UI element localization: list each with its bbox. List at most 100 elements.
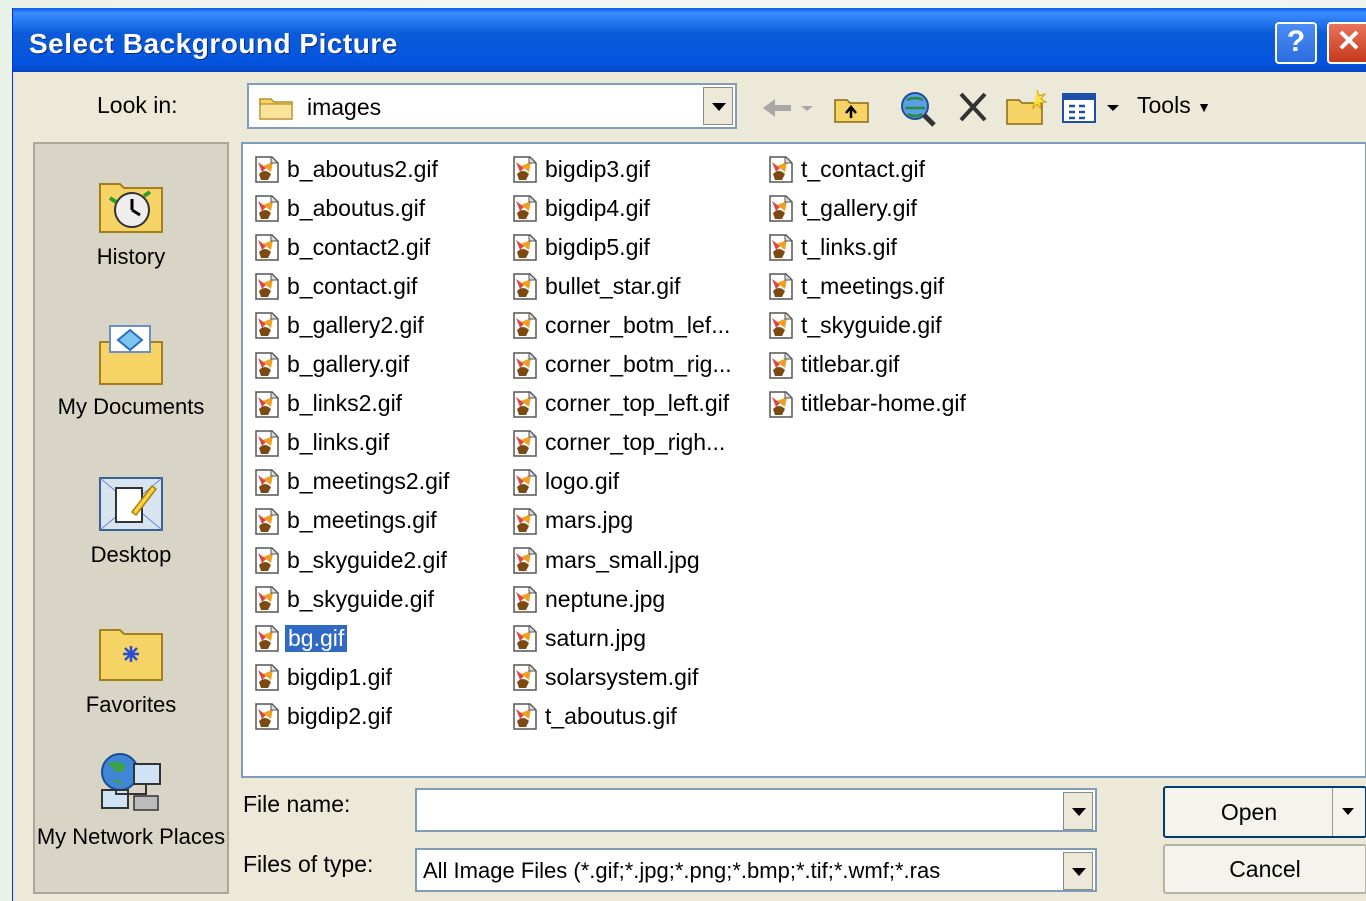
file-name: corner_top_righ... bbox=[545, 429, 726, 456]
file-item[interactable]: t_gallery.gif bbox=[767, 191, 919, 225]
file-name: b_skyguide2.gif bbox=[287, 546, 447, 573]
file-item[interactable]: titlebar-home.gif bbox=[767, 387, 968, 421]
image-file-icon bbox=[513, 195, 537, 222]
file-item[interactable]: corner_botm_rig... bbox=[511, 348, 734, 382]
look-in-value: images bbox=[307, 94, 382, 120]
place-desktop[interactable]: Desktop bbox=[35, 470, 227, 568]
file-name-field[interactable] bbox=[415, 788, 1097, 832]
file-item[interactable]: b_gallery.gif bbox=[253, 348, 411, 382]
file-item[interactable]: b_gallery2.gif bbox=[253, 308, 426, 342]
place-my-network-places[interactable]: My Network Places bbox=[35, 750, 227, 852]
file-name: corner_top_left.gif bbox=[545, 390, 730, 417]
file-name: bg.gif bbox=[285, 624, 348, 652]
file-name: corner_botm_rig... bbox=[545, 351, 732, 377]
file-item[interactable]: mars_small.jpg bbox=[511, 543, 702, 577]
place-favorites[interactable]: Favorites bbox=[35, 620, 227, 718]
file-name: t_meetings.gif bbox=[801, 272, 945, 299]
favorites-icon bbox=[99, 629, 163, 681]
file-item[interactable]: titlebar.gif bbox=[767, 348, 901, 382]
files-of-type-select[interactable]: All Image Files (*.gif;*.jpg;*.png;*.bmp… bbox=[415, 848, 1097, 892]
file-name: bigdip4.gif bbox=[545, 194, 650, 221]
file-item[interactable]: solarsystem.gif bbox=[511, 660, 700, 694]
look-in-dropdown-button[interactable] bbox=[703, 87, 733, 125]
image-file-icon bbox=[769, 156, 793, 183]
chevron-down-icon: ▼ bbox=[1197, 98, 1211, 115]
file-name-dropdown-button[interactable] bbox=[1063, 792, 1093, 830]
file-item[interactable]: b_contact.gif bbox=[253, 269, 419, 303]
file-item[interactable]: bigdip3.gif bbox=[511, 152, 652, 186]
delete-icon[interactable] bbox=[953, 88, 993, 128]
open-button[interactable]: Open bbox=[1163, 786, 1366, 838]
files-of-type-label: Files of type: bbox=[243, 851, 374, 877]
file-item[interactable]: corner_top_left.gif bbox=[511, 387, 731, 421]
file-item[interactable]: t_aboutus.gif bbox=[511, 699, 679, 733]
file-name: t_gallery.gif bbox=[801, 194, 917, 221]
file-item[interactable]: b_aboutus.gif bbox=[253, 191, 427, 225]
look-in-label: Look in: bbox=[97, 92, 178, 118]
image-file-icon bbox=[769, 234, 793, 261]
history-icon bbox=[99, 183, 163, 233]
file-name: bigdip1.gif bbox=[287, 663, 392, 690]
places-bar: History My Documents Desktop Favorites M… bbox=[33, 142, 229, 894]
place-my-documents[interactable]: My Documents bbox=[35, 322, 227, 420]
file-item[interactable]: neptune.jpg bbox=[511, 582, 667, 616]
file-item[interactable]: bigdip5.gif bbox=[511, 230, 652, 264]
select-background-picture-dialog: Select Background Picture ? ✕ Look in: i… bbox=[12, 8, 1366, 901]
up-folder-icon[interactable] bbox=[829, 88, 873, 128]
file-item[interactable]: corner_top_righ... bbox=[511, 426, 727, 460]
image-file-icon bbox=[255, 234, 279, 261]
file-item[interactable]: b_links2.gif bbox=[253, 387, 404, 421]
file-list[interactable]: b_aboutus2.gif b_aboutus.gif b_contact2.gi… bbox=[241, 142, 1366, 778]
file-item[interactable]: corner_botm_lef... bbox=[511, 308, 732, 342]
file-item[interactable]: logo.gif bbox=[511, 465, 621, 499]
title-bar[interactable]: Select Background Picture ? ✕ bbox=[13, 8, 1366, 72]
file-name: mars.jpg bbox=[545, 507, 634, 534]
image-file-icon bbox=[513, 703, 537, 731]
file-name: b_aboutus2.gif bbox=[287, 155, 438, 182]
file-item[interactable]: t_skyguide.gif bbox=[767, 308, 944, 342]
image-file-icon bbox=[513, 234, 537, 261]
file-item[interactable]: b_aboutus2.gif bbox=[253, 152, 440, 186]
file-item[interactable]: bigdip1.gif bbox=[253, 660, 394, 694]
file-name: b_links.gif bbox=[287, 429, 390, 456]
file-item[interactable]: saturn.jpg bbox=[511, 621, 648, 655]
cancel-button[interactable]: Cancel bbox=[1163, 844, 1366, 894]
file-item[interactable]: t_links.gif bbox=[767, 230, 899, 264]
place-history[interactable]: History bbox=[35, 172, 227, 270]
new-folder-icon[interactable] bbox=[1003, 88, 1049, 128]
file-name-label: File name: bbox=[243, 791, 351, 817]
image-file-icon bbox=[513, 586, 537, 613]
file-item[interactable]: b_skyguide2.gif bbox=[253, 543, 449, 577]
tools-menu[interactable]: Tools ▼ bbox=[1137, 92, 1211, 119]
file-item[interactable]: t_meetings.gif bbox=[767, 269, 946, 303]
file-item[interactable]: b_skyguide.gif bbox=[253, 582, 436, 616]
file-item[interactable]: b_links.gif bbox=[253, 426, 391, 460]
file-item[interactable]: bigdip4.gif bbox=[511, 191, 652, 225]
close-button[interactable]: ✕ bbox=[1327, 22, 1366, 64]
open-options-dropdown[interactable] bbox=[1332, 788, 1365, 836]
help-button[interactable]: ? bbox=[1275, 22, 1317, 64]
place-label: My Documents bbox=[57, 394, 205, 419]
file-item[interactable]: bullet_star.gif bbox=[511, 269, 683, 303]
file-name: t_skyguide.gif bbox=[801, 311, 942, 338]
image-file-icon bbox=[255, 351, 279, 379]
file-item[interactable]: b_meetings.gif bbox=[253, 504, 439, 538]
file-item[interactable]: b_meetings2.gif bbox=[253, 465, 451, 499]
file-item[interactable]: mars.jpg bbox=[511, 504, 635, 538]
image-file-icon bbox=[255, 664, 279, 692]
file-item[interactable]: bg.gif bbox=[253, 621, 348, 655]
search-web-icon[interactable] bbox=[895, 88, 943, 128]
image-file-icon bbox=[513, 390, 537, 418]
views-icon[interactable] bbox=[1059, 88, 1125, 128]
open-label: Open bbox=[1220, 799, 1278, 825]
image-file-icon bbox=[255, 508, 279, 535]
image-file-icon bbox=[255, 625, 279, 652]
file-item[interactable]: t_contact.gif bbox=[767, 152, 927, 186]
image-file-icon bbox=[255, 469, 279, 496]
back-arrow-icon[interactable] bbox=[757, 88, 819, 128]
look-in-dropdown[interactable]: images bbox=[247, 83, 737, 129]
file-item[interactable]: b_contact2.gif bbox=[253, 230, 432, 264]
file-item[interactable]: bigdip2.gif bbox=[253, 699, 394, 733]
files-of-type-value: All Image Files (*.gif;*.jpg;*.png;*.bmp… bbox=[423, 858, 941, 883]
files-of-type-dropdown-button[interactable] bbox=[1063, 852, 1093, 890]
